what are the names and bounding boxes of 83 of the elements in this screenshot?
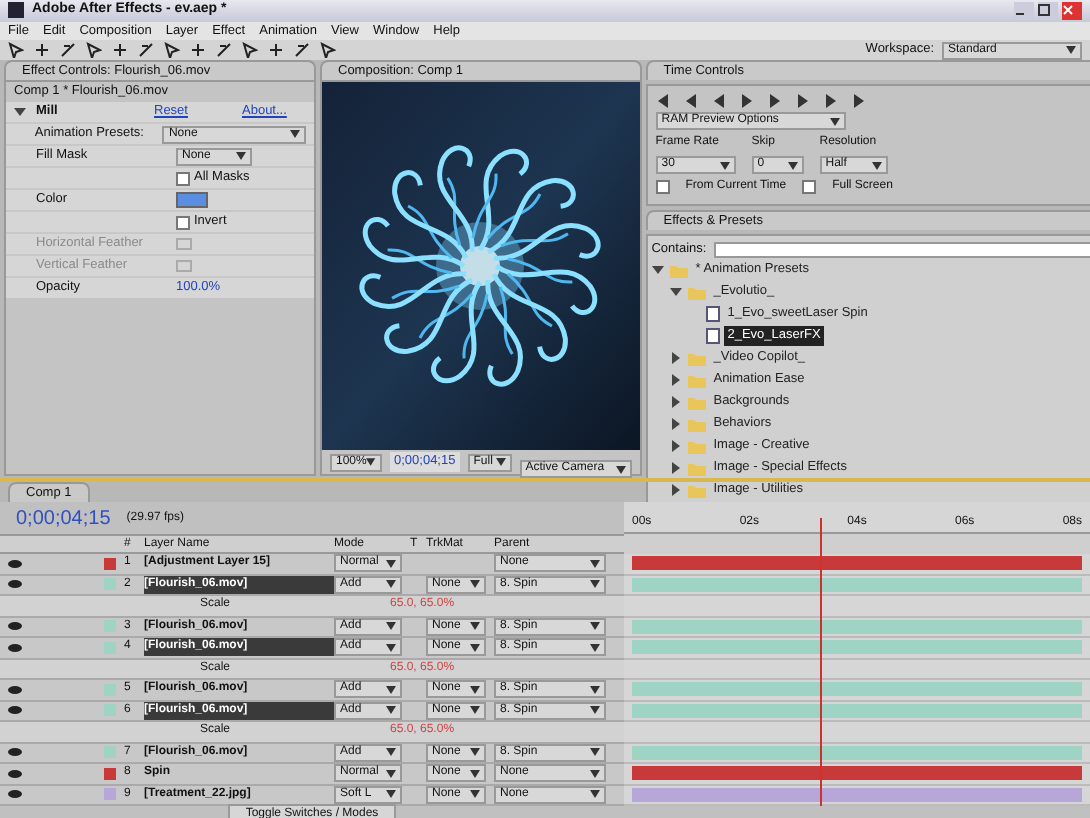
caret-icon: [590, 706, 600, 715]
caret-icon: [590, 790, 600, 799]
tool-icon[interactable]: [242, 42, 258, 59]
tool-icon[interactable]: [60, 42, 76, 59]
caret-icon: [386, 643, 396, 652]
caret-icon: [590, 748, 600, 757]
caret-icon: [590, 559, 600, 568]
disclosure-triangle-icon[interactable]: [669, 462, 684, 475]
tool-icon[interactable]: [138, 42, 154, 59]
disclosure-triangle-icon[interactable]: [669, 418, 684, 431]
caret-icon: [236, 152, 246, 160]
caret-icon: [590, 622, 600, 631]
label-color-swatch[interactable]: [104, 746, 116, 759]
minimize-button[interactable]: [1014, 1, 1034, 20]
maximize-button[interactable]: [1038, 1, 1058, 20]
maximize-icon: [1038, 4, 1050, 17]
label-color-swatch[interactable]: [104, 557, 116, 570]
caret-icon: [787, 161, 798, 169]
caret-icon: [590, 685, 600, 694]
tool-icon[interactable]: [164, 42, 180, 59]
layer-duration-bar[interactable]: [632, 766, 1082, 781]
label-color-swatch[interactable]: [104, 683, 116, 696]
disclosure-triangle-icon[interactable]: [669, 484, 684, 497]
tool-icon[interactable]: [112, 42, 128, 59]
label-color-swatch[interactable]: [104, 788, 116, 801]
label-color-swatch[interactable]: [104, 620, 116, 633]
disclosure-triangle-icon[interactable]: [651, 264, 666, 277]
layer-duration-bar[interactable]: [632, 556, 1082, 571]
checkbox[interactable]: [176, 171, 190, 185]
tool-icon[interactable]: [190, 42, 206, 59]
tool-icon[interactable]: [294, 42, 310, 59]
caret-icon: [386, 685, 396, 694]
search-field[interactable]: [714, 241, 1090, 258]
label-color-swatch[interactable]: [104, 641, 116, 654]
caret-icon: [590, 643, 600, 652]
caret-icon: [470, 580, 480, 589]
disclosure-triangle-icon[interactable]: [669, 440, 684, 453]
close-button[interactable]: [1062, 1, 1082, 20]
label-color-swatch[interactable]: [104, 578, 116, 591]
tool-icon[interactable]: [34, 42, 50, 59]
caret-icon: [829, 117, 840, 125]
caret-icon: [590, 580, 600, 589]
caret-icon: [470, 790, 480, 799]
caret-icon: [495, 458, 506, 466]
caret-icon: [470, 748, 480, 757]
disclosure-triangle-icon[interactable]: [669, 374, 684, 387]
color-swatch[interactable]: [176, 192, 208, 208]
caret-icon: [386, 748, 396, 757]
close-icon: [1062, 4, 1074, 17]
tool-icon[interactable]: [86, 42, 102, 59]
disclosure-triangle-icon[interactable]: [669, 286, 684, 299]
caret-icon: [386, 769, 396, 778]
tool-icon[interactable]: [268, 42, 284, 59]
caret-icon: [470, 685, 480, 694]
disclosure-triangle-icon[interactable]: [669, 352, 684, 365]
caret-icon: [615, 465, 626, 473]
caret-icon: [386, 559, 396, 568]
caret-icon: [366, 458, 376, 466]
caret-icon: [386, 706, 396, 715]
label-color-swatch[interactable]: [104, 767, 116, 780]
label-color-swatch[interactable]: [104, 704, 116, 717]
tool-icon[interactable]: [320, 42, 336, 59]
tool-icon[interactable]: [8, 42, 24, 59]
app-icon: [8, 2, 24, 19]
caret-icon: [470, 706, 480, 715]
caret-icon: [590, 769, 600, 778]
caret-icon: [290, 130, 300, 138]
caret-icon: [386, 580, 396, 589]
caret-icon: [386, 790, 396, 799]
checkbox[interactable]: [802, 180, 817, 194]
disclosure-triangle-icon[interactable]: [669, 396, 684, 409]
caret-icon: [719, 161, 730, 169]
timecode[interactable]: 0;00;04;15: [16, 503, 111, 533]
caret-icon: [470, 769, 480, 778]
caret-icon: [470, 643, 480, 652]
checkbox[interactable]: [655, 180, 670, 194]
caret-icon: [470, 622, 480, 631]
disclosure-triangle-icon[interactable]: [14, 106, 28, 118]
caret-icon: [871, 161, 882, 169]
caret-icon: [386, 622, 396, 631]
tool-icon[interactable]: [216, 42, 232, 59]
caret-icon: [1066, 46, 1076, 55]
checkbox[interactable]: [176, 215, 190, 229]
